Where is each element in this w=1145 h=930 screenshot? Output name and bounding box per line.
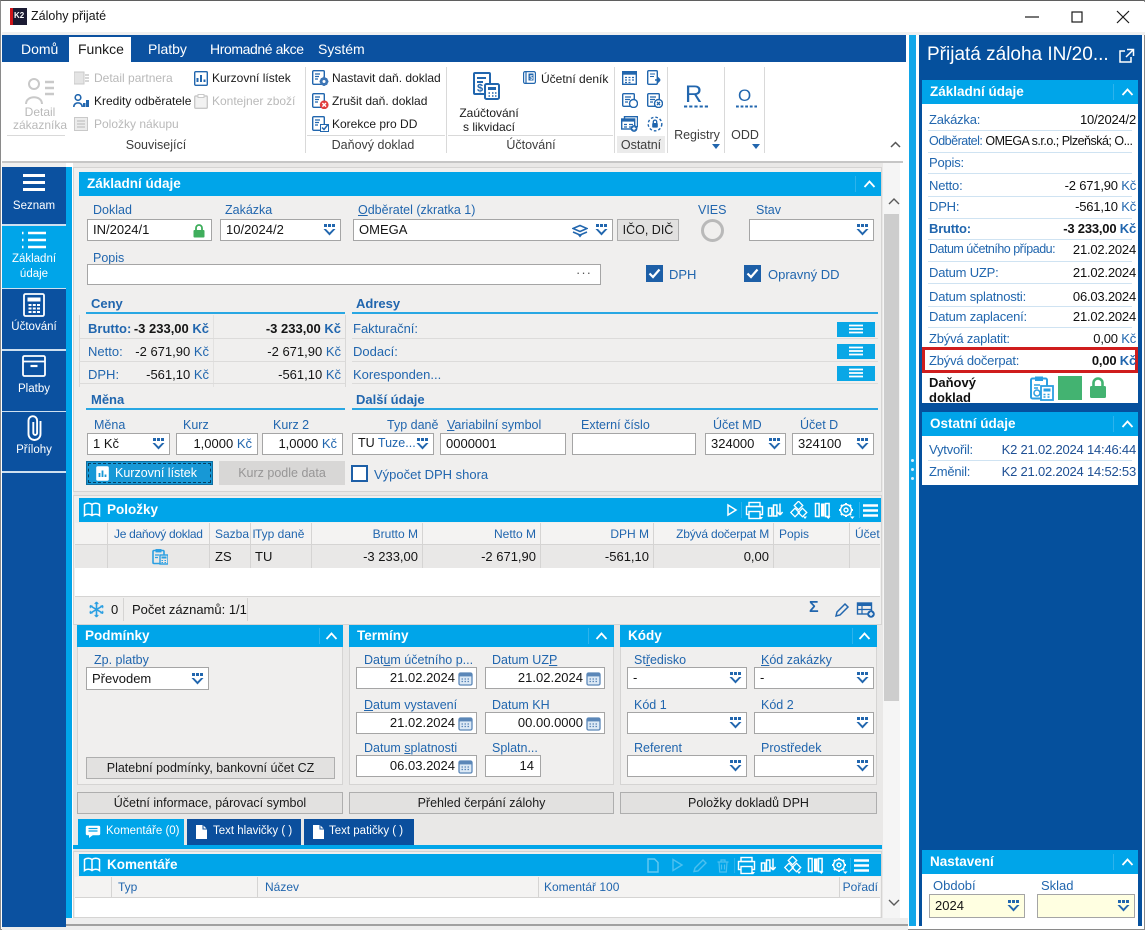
svg-text:$: $ [477,83,483,95]
svg-text:$: $ [530,75,534,82]
